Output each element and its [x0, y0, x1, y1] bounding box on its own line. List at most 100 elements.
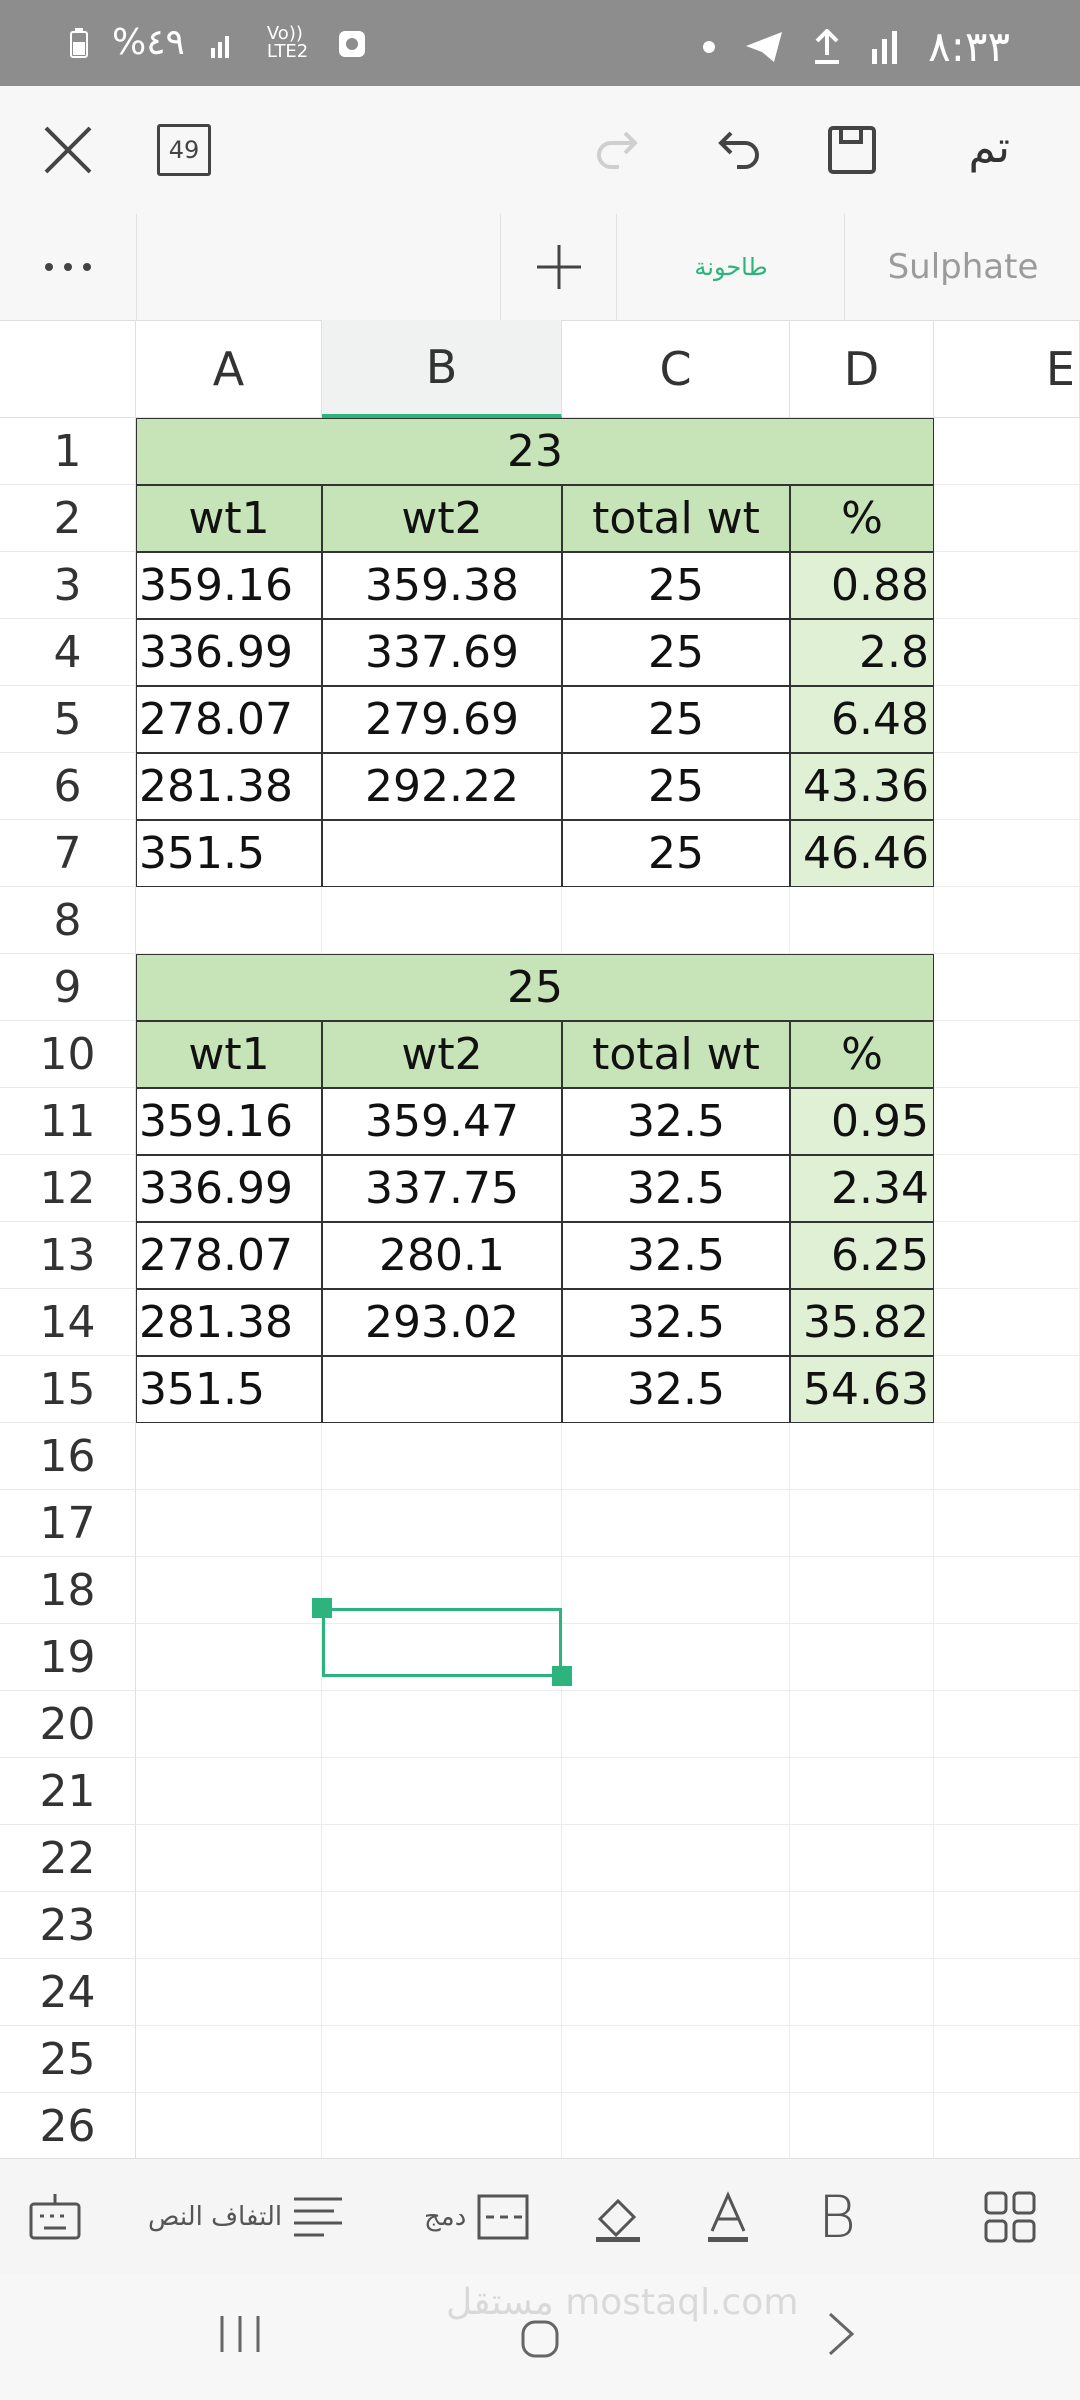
grid-cell[interactable]	[934, 954, 1080, 1021]
grid-cell[interactable]	[934, 1356, 1080, 1423]
fill-color-button[interactable]	[592, 2159, 644, 2275]
grid-cell[interactable]	[136, 1557, 322, 1624]
column-header-d[interactable]: D	[790, 320, 934, 418]
row-header[interactable]: 21	[0, 1758, 136, 1825]
grid-cell[interactable]	[136, 1959, 322, 2026]
grid-cell[interactable]	[934, 552, 1080, 619]
row-header[interactable]: 20	[0, 1691, 136, 1758]
table-data-cell[interactable]: 337.69	[322, 619, 562, 686]
row-header[interactable]: 25	[0, 2026, 136, 2093]
spreadsheet-grid[interactable]: A B C D E 1 2 3 4 5 6 7 8 9 10 11 12 13 14 15 16 17 18 19 2…	[0, 320, 1080, 2158]
table-data-cell[interactable]: 25	[562, 820, 790, 887]
table-header-cell[interactable]: wt1	[136, 1021, 322, 1088]
grid-cell[interactable]	[136, 1892, 322, 1959]
grid-cell[interactable]	[934, 485, 1080, 552]
save-button[interactable]	[816, 114, 888, 186]
grid-cell[interactable]	[934, 1892, 1080, 1959]
grid-cell[interactable]	[136, 1758, 322, 1825]
grid-cell[interactable]	[934, 753, 1080, 820]
grid-cell[interactable]	[934, 1691, 1080, 1758]
table-data-cell[interactable]: 25	[562, 552, 790, 619]
grid-cell[interactable]	[934, 2026, 1080, 2093]
grid-cell[interactable]	[934, 2093, 1080, 2158]
row-header[interactable]: 3	[0, 552, 136, 619]
grid-cell[interactable]	[934, 1557, 1080, 1624]
grid-cell[interactable]	[322, 887, 562, 954]
grid-cell[interactable]	[934, 418, 1080, 485]
grid-cell[interactable]	[562, 1423, 790, 1490]
row-header[interactable]: 15	[0, 1356, 136, 1423]
grid-cell[interactable]	[136, 1691, 322, 1758]
grid-cell[interactable]	[934, 1289, 1080, 1356]
grid-cell[interactable]	[790, 1758, 934, 1825]
table-data-cell[interactable]: 292.22	[322, 753, 562, 820]
table-data-cell[interactable]: 43.36	[790, 753, 934, 820]
row-header[interactable]: 24	[0, 1959, 136, 2026]
row-header[interactable]: 10	[0, 1021, 136, 1088]
grid-cell[interactable]	[562, 1490, 790, 1557]
table-data-cell[interactable]: 337.75	[322, 1155, 562, 1222]
grid-cell[interactable]	[934, 1490, 1080, 1557]
row-header[interactable]: 6	[0, 753, 136, 820]
table-data-cell[interactable]: 278.07	[136, 686, 322, 753]
table-data-cell[interactable]: 32.5	[562, 1289, 790, 1356]
grid-cell[interactable]	[136, 2026, 322, 2093]
grid-cell[interactable]	[934, 1222, 1080, 1289]
row-header[interactable]: 1	[0, 418, 136, 485]
grid-cell[interactable]	[934, 1088, 1080, 1155]
table-header-cell[interactable]: %	[790, 485, 934, 552]
grid-cell[interactable]	[790, 1490, 934, 1557]
bold-button[interactable]: B	[818, 2159, 856, 2275]
grid-cell[interactable]	[322, 2093, 562, 2158]
tab-sheet-2[interactable]: Sulphate	[844, 214, 1080, 320]
table-data-cell[interactable]: 6.48	[790, 686, 934, 753]
grid-cell[interactable]	[790, 2093, 934, 2158]
grid-cell[interactable]	[790, 1691, 934, 1758]
table-data-cell[interactable]: 359.38	[322, 552, 562, 619]
sheet-count-button[interactable]: 49	[148, 114, 220, 186]
column-header-a[interactable]: A	[136, 320, 322, 418]
table-data-cell[interactable]: 281.38	[136, 753, 322, 820]
table-header-cell[interactable]: total wt	[562, 485, 790, 552]
row-header[interactable]: 9	[0, 954, 136, 1021]
table-data-cell[interactable]: 359.16	[136, 552, 322, 619]
table-data-cell[interactable]: 6.25	[790, 1222, 934, 1289]
close-button[interactable]	[32, 114, 104, 186]
row-header[interactable]: 17	[0, 1490, 136, 1557]
table-data-cell[interactable]: 0.95	[790, 1088, 934, 1155]
grid-cell[interactable]	[322, 1758, 562, 1825]
column-header-e[interactable]: E	[934, 320, 1080, 418]
table-title-cell[interactable]: 23	[136, 418, 934, 485]
grid-cell[interactable]	[562, 1557, 790, 1624]
grid-cell[interactable]	[322, 1691, 562, 1758]
table-data-cell[interactable]: 281.38	[136, 1289, 322, 1356]
grid-cell[interactable]	[136, 1490, 322, 1557]
selection-handle-bottom[interactable]	[552, 1666, 572, 1686]
row-header[interactable]: 16	[0, 1423, 136, 1490]
grid-cell[interactable]	[562, 2026, 790, 2093]
add-sheet-button[interactable]	[500, 214, 617, 320]
row-header[interactable]: 7	[0, 820, 136, 887]
grid-cell[interactable]	[934, 820, 1080, 887]
table-data-cell[interactable]: 351.5	[136, 1356, 322, 1423]
keyboard-button[interactable]	[28, 2159, 82, 2275]
grid-cell[interactable]	[136, 2093, 322, 2158]
table-data-cell[interactable]: 351.5	[136, 820, 322, 887]
row-header[interactable]: 4	[0, 619, 136, 686]
grid-cell[interactable]	[322, 1825, 562, 1892]
grid-cell[interactable]	[934, 686, 1080, 753]
grid-cell[interactable]	[790, 1825, 934, 1892]
row-header[interactable]: 23	[0, 1892, 136, 1959]
row-header[interactable]: 19	[0, 1624, 136, 1691]
grid-cell[interactable]	[322, 1959, 562, 2026]
grid-cell[interactable]	[934, 1624, 1080, 1691]
grid-cell[interactable]	[790, 1959, 934, 2026]
table-data-cell[interactable]: 46.46	[790, 820, 934, 887]
table-data-cell[interactable]: 25	[562, 686, 790, 753]
table-data-cell[interactable]: 359.47	[322, 1088, 562, 1155]
grid-cell[interactable]	[790, 887, 934, 954]
selected-cell-b15[interactable]	[322, 1608, 562, 1677]
grid-cell[interactable]	[562, 1959, 790, 2026]
table-title-cell[interactable]: 25	[136, 954, 934, 1021]
grid-cell[interactable]	[562, 1825, 790, 1892]
